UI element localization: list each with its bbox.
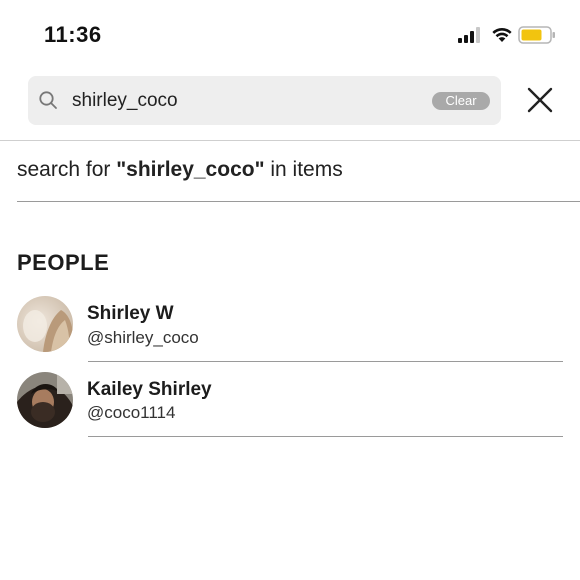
search-icon [39, 91, 57, 109]
wifi-icon [492, 27, 512, 42]
search-bar[interactable]: Clear [28, 76, 501, 125]
person-handle: @shirley_coco [87, 328, 199, 347]
person-row[interactable]: Kailey Shirley @coco1114 [0, 366, 580, 442]
people-section-title: PEOPLE [17, 250, 110, 275]
row-divider [88, 361, 563, 362]
search-for-query: "shirley_coco" [116, 158, 265, 181]
header-divider [0, 140, 580, 141]
close-icon[interactable] [526, 86, 554, 114]
cellular-signal-icon [458, 27, 480, 43]
person-name: Shirley W [87, 303, 174, 324]
avatar [17, 296, 73, 352]
clear-button[interactable]: Clear [432, 92, 490, 110]
search-in-items-row[interactable]: search for "shirley_coco" in items [17, 158, 577, 188]
search-input[interactable] [72, 86, 412, 116]
battery-icon [518, 26, 555, 44]
person-handle: @coco1114 [87, 403, 176, 422]
search-for-suffix: in items [264, 158, 343, 181]
person-row[interactable]: Shirley W @shirley_coco [0, 290, 580, 366]
row-divider [88, 436, 563, 437]
person-name: Kailey Shirley [87, 379, 212, 400]
search-for-prefix: search for [17, 158, 117, 181]
search-for-divider [17, 201, 580, 202]
status-bar: 11:36 [0, 0, 580, 70]
status-time: 11:36 [44, 22, 102, 47]
avatar [17, 372, 73, 428]
